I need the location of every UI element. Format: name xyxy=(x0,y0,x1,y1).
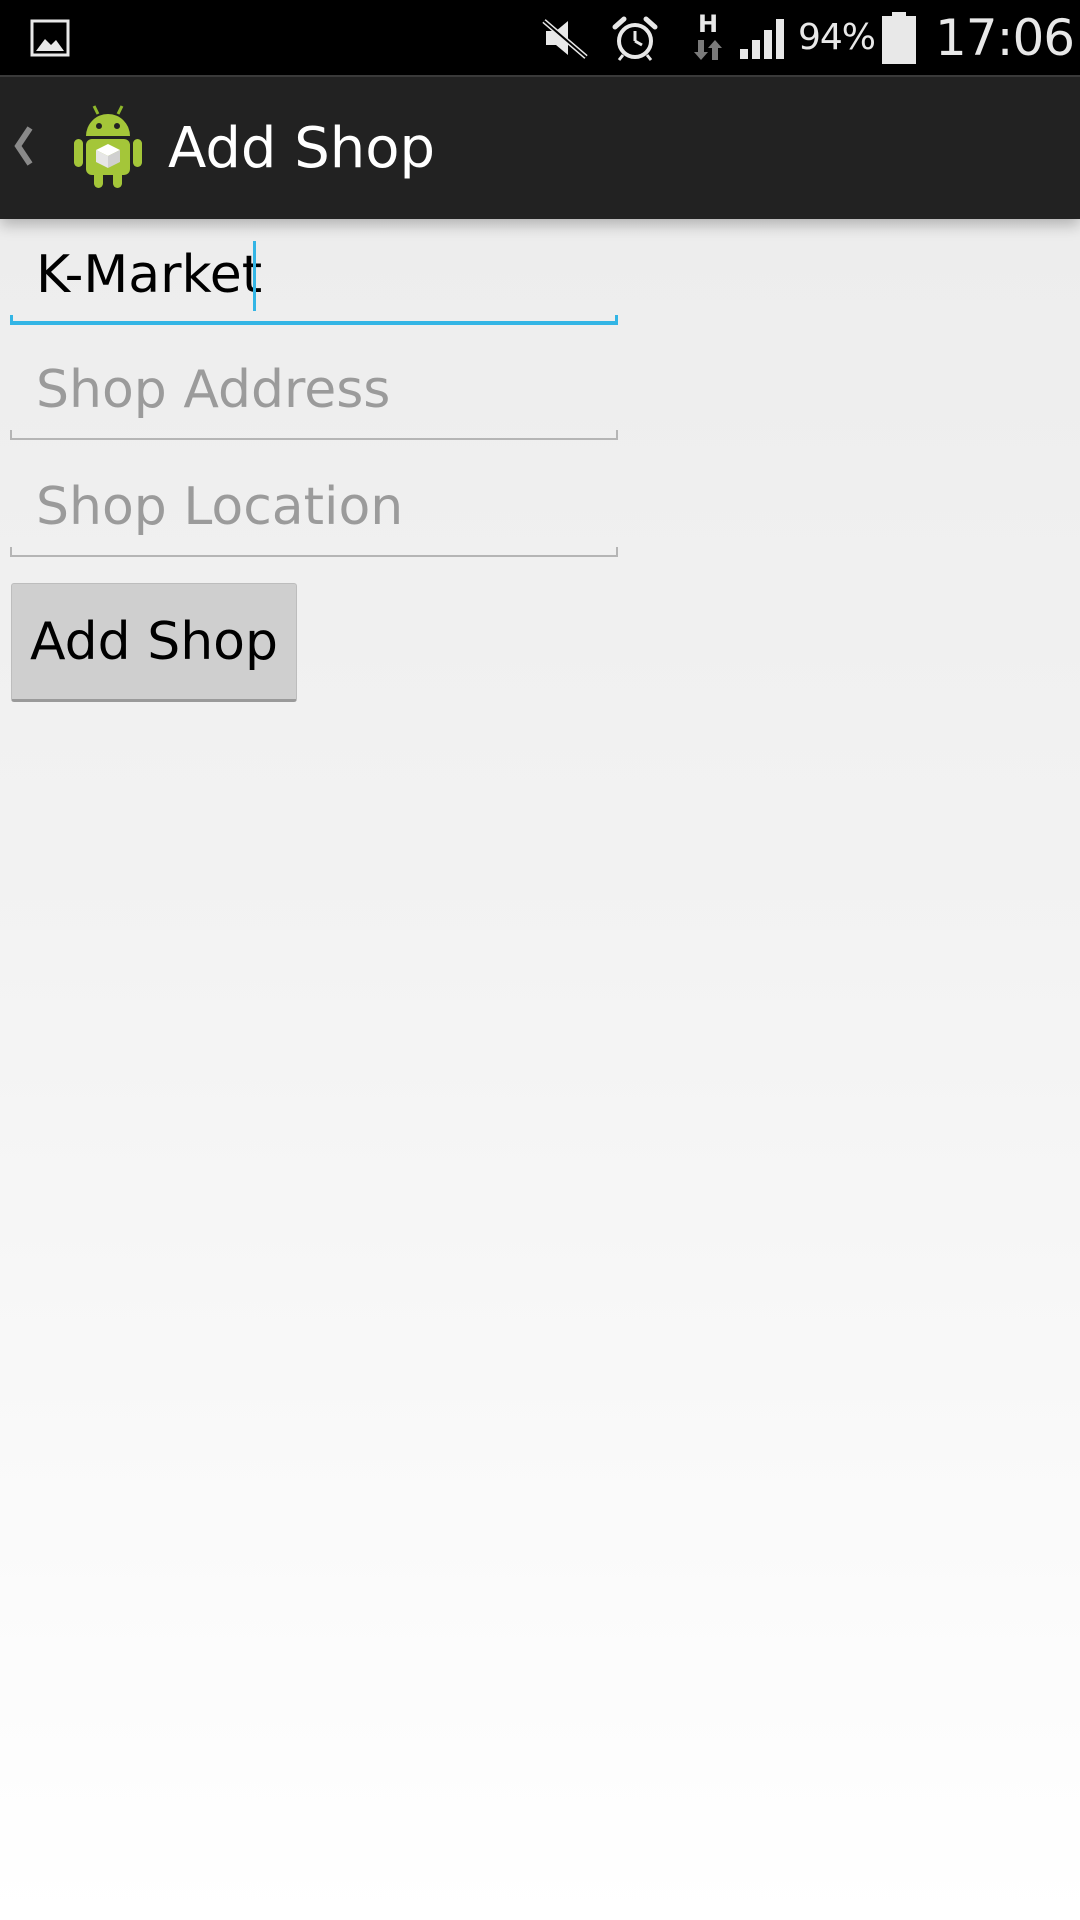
up-navigation-button[interactable]: Add Shop xyxy=(0,77,560,219)
field-underline-tick xyxy=(10,430,12,440)
field-underline xyxy=(10,438,618,440)
clock: 17:06 xyxy=(935,8,1075,67)
alarm-icon xyxy=(610,0,660,75)
android-robot-icon xyxy=(68,102,148,196)
field-underline-tick xyxy=(616,430,618,440)
battery-percent: 94% xyxy=(798,17,876,58)
action-bar: Add Shop xyxy=(0,75,1080,219)
field-underline xyxy=(10,555,618,557)
svg-text:H: H xyxy=(698,10,718,38)
shop-address-input[interactable] xyxy=(10,340,618,440)
shop-address-field xyxy=(10,340,618,440)
signal-icon xyxy=(738,0,790,75)
page-title: Add Shop xyxy=(168,115,436,181)
status-bar: H 94% 17:06 xyxy=(0,0,1080,75)
mute-icon xyxy=(540,0,590,75)
text-cursor xyxy=(253,241,256,311)
back-caret-icon xyxy=(10,120,36,176)
field-underline-tick xyxy=(10,315,13,325)
shop-location-field xyxy=(10,457,618,557)
shop-location-input[interactable] xyxy=(10,457,618,557)
network-h-icon: H xyxy=(690,0,726,75)
field-underline-tick xyxy=(10,547,12,557)
field-underline-tick xyxy=(616,547,618,557)
shop-name-input[interactable] xyxy=(10,225,618,325)
add-shop-button[interactable]: Add Shop xyxy=(11,583,297,702)
field-underline xyxy=(10,321,618,325)
gallery-icon xyxy=(30,0,70,75)
field-underline-tick xyxy=(615,315,618,325)
shop-name-field xyxy=(10,225,618,325)
battery-icon xyxy=(880,0,918,75)
